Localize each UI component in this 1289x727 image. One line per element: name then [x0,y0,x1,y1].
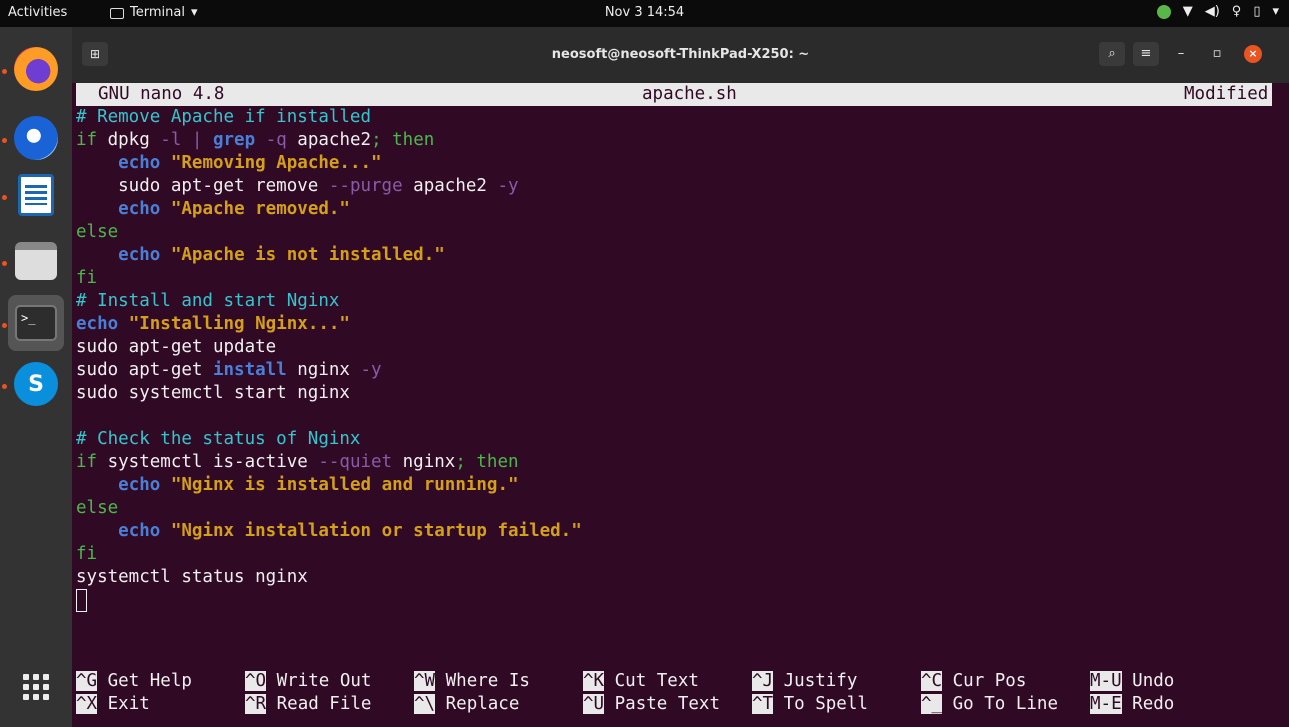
close-button[interactable]: × [1244,45,1262,63]
terminal-window[interactable]: ⊞ neosoft@neosoft-ThinkPad-X250: ~ ⌕ ≡ –… [72,27,1289,727]
maximize-button[interactable]: ▫ [1204,42,1230,66]
running-indicator [2,323,7,328]
search-button[interactable]: ⌕ [1099,42,1125,66]
code-line[interactable]: sudo apt-get update [76,336,276,359]
volume-icon: ◀) [1204,4,1220,19]
code-line[interactable]: else [76,497,118,520]
code-line[interactable]: sudo apt-get remove --purge apache2 -y [76,175,518,198]
shortcut-read-file[interactable]: ^R Read File [245,693,371,716]
shortcut-write-out[interactable]: ^O Write Out [245,670,371,693]
skype-icon: S [14,362,58,406]
code-line[interactable]: echo "Apache removed." [76,198,350,221]
running-indicator [2,195,7,200]
top-bar: Activities Terminal ▾ Nov 3 14:54 ▼ ◀) ♀… [0,0,1289,27]
dock-skype[interactable]: S [8,356,64,412]
menu-button[interactable]: ≡ [1133,42,1159,66]
shortcut-go-to-line[interactable]: ^_ Go To Line [921,693,1058,716]
code-line[interactable]: # Install and start Nginx [76,290,339,313]
shortcut-paste-text[interactable]: ^U Paste Text [583,693,720,716]
code-line[interactable]: echo "Removing Apache..." [76,152,381,175]
code-line[interactable]: else [76,221,118,244]
microphone-icon: ♀ [1231,4,1242,19]
shortcut-justify[interactable]: ^J Justify [752,670,857,693]
nano-version: GNU nano 4.8 [98,84,225,104]
code-line[interactable]: echo "Installing Nginx..." [76,313,350,336]
firefox-icon [14,47,58,91]
code-line[interactable]: if dpkg -l | grep -q apache2; then [76,129,434,152]
code-line[interactable]: # Remove Apache if installed [76,106,371,129]
running-indicator [2,138,7,143]
shortcut-to-spell[interactable]: ^T To Spell [752,693,868,716]
shortcut-cut-text[interactable]: ^K Cut Text [583,670,699,693]
code-line[interactable]: echo "Apache is not installed." [76,244,445,267]
chevron-down-icon: ▾ [1272,4,1279,19]
nano-status: Modified [1184,84,1269,104]
thunderbird-icon [14,116,58,160]
code-line[interactable]: systemctl status nginx [76,566,308,589]
libreoffice-writer-icon [18,174,54,216]
shortcut-undo[interactable]: M-U Undo [1090,670,1174,693]
title-bar[interactable]: ⊞ neosoft@neosoft-ThinkPad-X250: ~ ⌕ ≡ –… [72,27,1289,83]
shortcut-exit[interactable]: ^X Exit [76,693,150,716]
shortcut-where-is[interactable]: ^W Where Is [414,670,530,693]
shortcut-redo[interactable]: M-E Redo [1090,693,1174,716]
wifi-icon: ▼ [1182,4,1193,19]
system-tray[interactable]: ▼ ◀) ♀ ▯ ▾ [1156,4,1279,19]
shortcut-replace[interactable]: ^\ Replace [414,693,519,716]
code-line[interactable]: sudo apt-get install nginx -y [76,359,382,382]
text-cursor [76,589,87,612]
dock-files[interactable] [8,233,64,289]
code-line[interactable]: echo "Nginx is installed and running." [76,474,518,497]
terminal-icon: >_ [15,305,57,341]
dock-terminal[interactable]: >_ [8,295,64,351]
dock: >_ S [0,27,72,727]
code-line[interactable]: fi [76,543,97,566]
shortcut-get-help[interactable]: ^G Get Help [76,670,192,693]
dock-libreoffice-writer[interactable] [8,167,64,223]
running-indicator [2,261,7,266]
running-indicator [2,384,7,389]
shortcut-cur-pos[interactable]: ^C Cur Pos [921,670,1026,693]
clock[interactable]: Nov 3 14:54 [0,5,1289,20]
cursor-line[interactable] [76,589,87,612]
dock-firefox[interactable] [8,41,64,97]
running-indicator [2,69,7,74]
nano-header: GNU nano 4.8 apache.sh Modified [76,83,1272,106]
show-applications-button[interactable] [8,659,64,715]
code-line[interactable]: if systemctl is-active --quiet nginx; th… [76,451,519,474]
nano-filename: apache.sh [642,84,737,104]
app-grid-icon [23,674,49,700]
files-icon [15,242,57,280]
code-line[interactable]: fi [76,267,97,290]
dock-thunderbird[interactable] [8,110,64,166]
software-update-icon[interactable] [1156,4,1171,19]
code-line[interactable]: echo "Nginx installation or startup fail… [76,520,582,543]
code-line[interactable]: sudo systemctl start nginx [76,382,350,405]
minimize-button[interactable]: – [1168,42,1194,66]
terminal-content[interactable]: GNU nano 4.8 apache.sh Modified # Remove… [76,83,1272,727]
code-line[interactable]: # Check the status of Nginx [76,428,360,451]
battery-icon: ▯ [1253,4,1261,19]
